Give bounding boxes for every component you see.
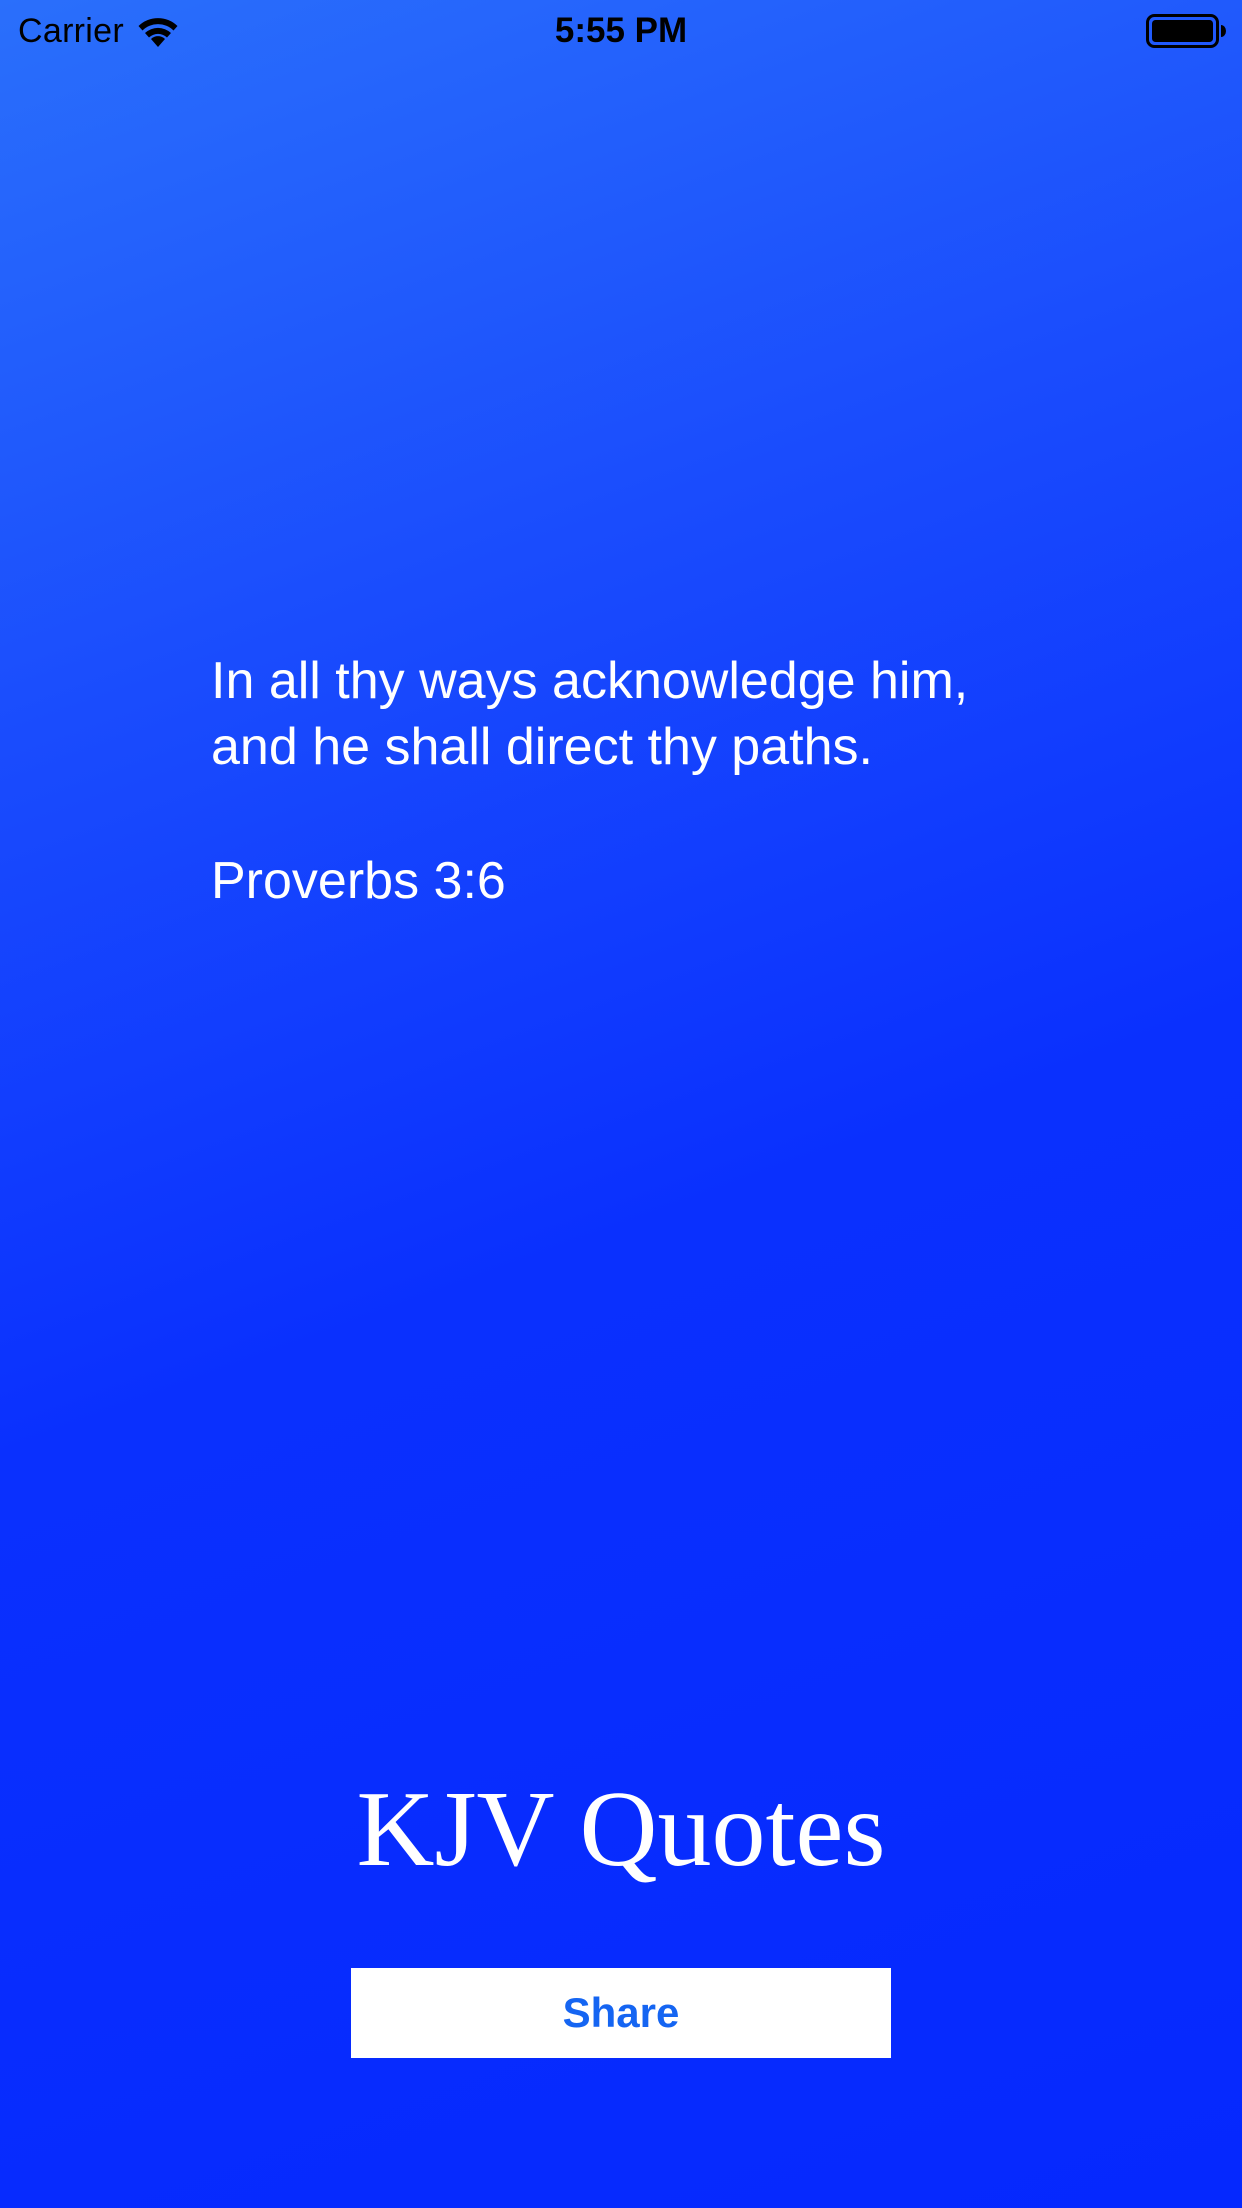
status-bar: Carrier 5:55 PM [0, 0, 1242, 62]
battery-icon [1146, 14, 1226, 48]
share-button[interactable]: Share [351, 1968, 891, 2058]
app-title: KJV Quotes [356, 1770, 886, 1889]
quote-reference: Proverbs 3:6 [211, 852, 506, 910]
status-time: 5:55 PM [554, 11, 688, 50]
quote-text: In all thy ways acknowledge him, and he … [211, 652, 969, 776]
quote-block: In all thy ways acknowledge him, and he … [211, 648, 1071, 914]
